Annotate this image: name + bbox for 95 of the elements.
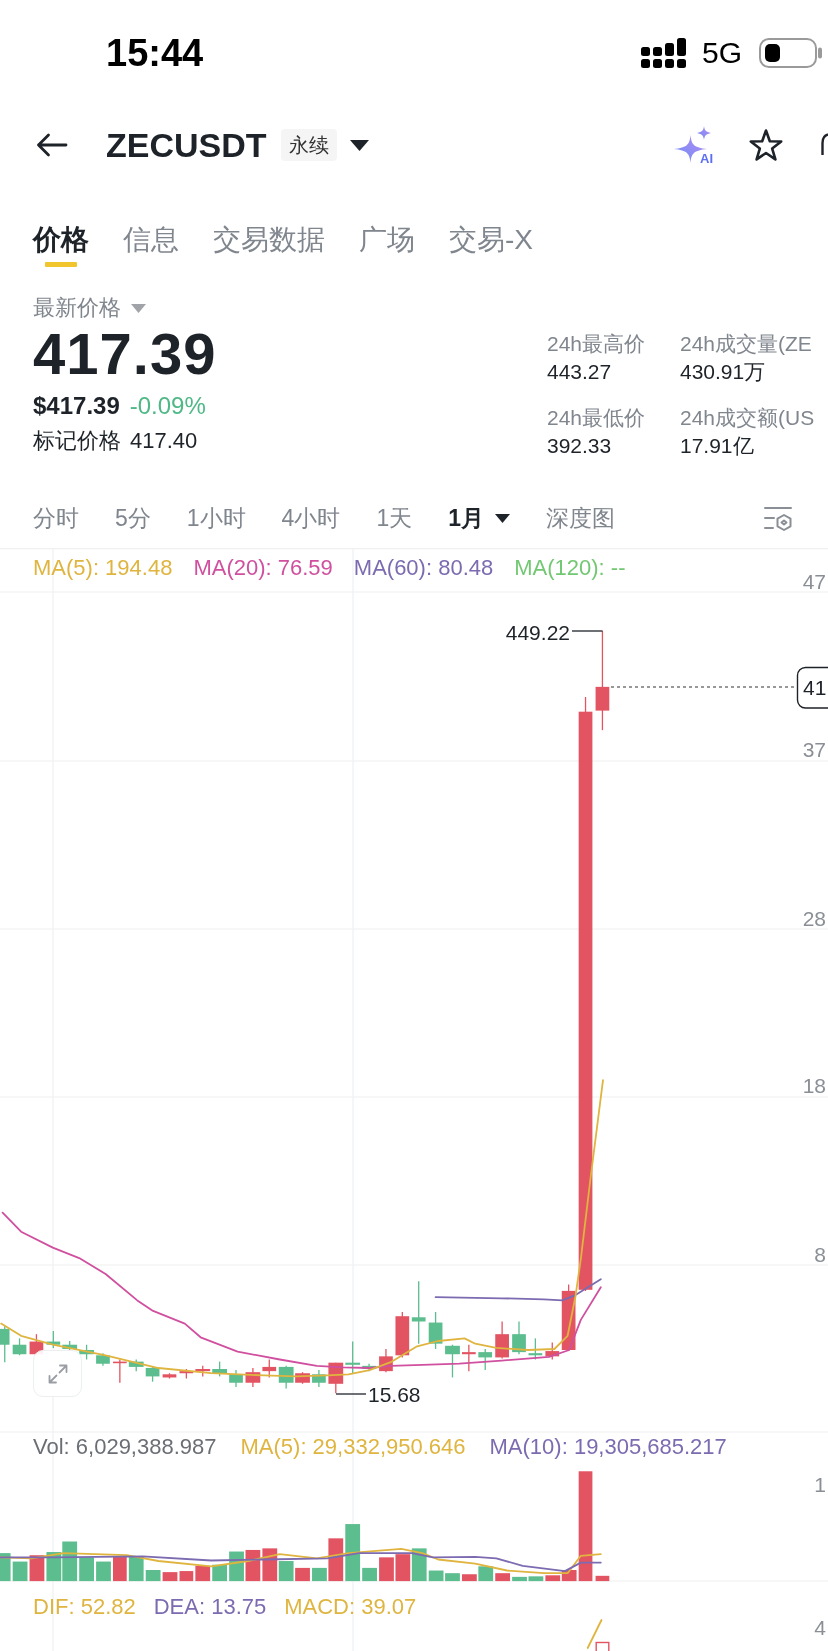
candle: [312, 1369, 326, 1388]
stat-label: 24h最低价: [547, 405, 646, 431]
candle: [445, 1344, 460, 1379]
leader-line: [335, 1393, 367, 1395]
candle: [395, 1311, 410, 1359]
interval-tab[interactable]: 1小时: [186, 504, 246, 532]
stat-value: 392.33: [547, 433, 612, 459]
axis-label: 8: [814, 1242, 826, 1266]
contract-tag: 永续: [280, 129, 337, 161]
legend-label: MA(60): 80.48: [353, 555, 494, 581]
candle: [478, 1348, 493, 1371]
interval-tab[interactable]: 分时: [33, 504, 79, 532]
legend-label: MA(120): --: [514, 555, 626, 581]
candle: [428, 1311, 443, 1350]
network-label: 5G: [701, 36, 742, 70]
axis-label: 4: [814, 1615, 826, 1639]
candle: [162, 1372, 177, 1380]
candle: [195, 1365, 211, 1378]
candle: [328, 1362, 344, 1394]
last-price: 417.39: [33, 324, 217, 384]
candle: [262, 1358, 277, 1379]
legend-label: MA(5): 29,332,950.646: [240, 1434, 466, 1460]
axis-label: 28: [802, 906, 826, 930]
battery-icon: [759, 38, 823, 68]
interval-tab[interactable]: 5分: [115, 504, 151, 532]
volume-bar: [29, 1555, 45, 1582]
legend-label: DIF: 52.82: [33, 1594, 136, 1620]
axis-label: 1: [814, 1472, 826, 1496]
stat-label: 24h成交量(ZE: [680, 331, 812, 357]
tab[interactable]: 信息: [123, 210, 179, 267]
candle: [411, 1280, 426, 1345]
interval-tab[interactable]: 1天: [376, 504, 413, 532]
high-price-label: 449.22: [505, 620, 570, 644]
stat-value: 17.91亿: [680, 433, 754, 459]
mark-price-label: 标记价格: [33, 428, 121, 454]
tab[interactable]: 广场: [359, 210, 415, 267]
volume-bar: [245, 1549, 261, 1582]
usd-price: $417.39: [33, 392, 120, 420]
candle: [245, 1367, 261, 1388]
macd-bar: [595, 1641, 610, 1651]
back-arrow-icon[interactable]: [36, 133, 68, 157]
axis-label: 47: [802, 569, 826, 593]
axis-label: 18: [802, 1073, 826, 1097]
legend-label: MA(20): 76.59: [193, 555, 333, 581]
volume-bar: [395, 1554, 411, 1582]
tab[interactable]: 交易-X: [449, 210, 533, 267]
candle: [96, 1352, 110, 1367]
macd-line: [586, 1619, 603, 1649]
candle: [229, 1369, 243, 1388]
axis-label: 37: [802, 737, 826, 761]
chart-settings-icon[interactable]: [763, 504, 793, 532]
volume-bar: [113, 1556, 127, 1582]
legend-label: MA(5): 194.48: [33, 555, 173, 581]
candle: [528, 1337, 543, 1361]
candle: [379, 1348, 393, 1373]
candle: [495, 1320, 509, 1360]
stat-value: 430.91万: [680, 359, 766, 385]
tab[interactable]: 交易数据: [213, 210, 325, 267]
legend-label: MACD: 39.07: [284, 1594, 417, 1620]
volume-bar: [379, 1557, 394, 1582]
interval-tab[interactable]: 深度图: [546, 504, 615, 532]
legend-label: MA(10): 19,305,685.217: [489, 1434, 727, 1460]
volume-bar: [162, 1572, 178, 1582]
candle: [212, 1361, 228, 1378]
stat-label: 24h成交额(US: [680, 405, 815, 431]
interval-tab[interactable]: 4小时: [281, 504, 341, 532]
interval-tab[interactable]: 1月: [448, 504, 510, 532]
caret-icon[interactable]: [349, 139, 369, 151]
price-tag: 41: [796, 666, 828, 709]
low-price-label: 15.68: [368, 1382, 421, 1406]
stat-label: 24h最高价: [547, 331, 646, 357]
mark-price: 417.40: [130, 428, 198, 454]
cut-off-icon[interactable]: [821, 133, 828, 157]
star-icon[interactable]: [748, 127, 784, 163]
stat-value: 443.27: [547, 359, 612, 385]
volume-bar: [96, 1561, 111, 1582]
price-change: -0.09%: [129, 392, 206, 420]
volume-bar: [595, 1575, 610, 1582]
fullscreen-button[interactable]: [33, 1350, 82, 1397]
candle: [179, 1368, 194, 1380]
candle: [0, 1324, 10, 1363]
candle: [145, 1366, 160, 1383]
candle: [12, 1337, 27, 1356]
legend-label: DEA: 13.75: [153, 1594, 267, 1620]
pair-symbol: ZECUSDT: [106, 125, 267, 165]
candle: [462, 1344, 476, 1372]
volume-bar: [295, 1567, 310, 1582]
status-time: 15:44: [106, 31, 204, 75]
leader-line: [571, 630, 604, 632]
volume-bar: [445, 1573, 460, 1582]
candle: [512, 1320, 526, 1355]
tab[interactable]: 价格: [33, 210, 89, 267]
signal-icon: [640, 38, 687, 68]
price-label: 最新价格: [33, 294, 121, 322]
legend-label: Vol: 6,029,388.987: [33, 1434, 217, 1460]
